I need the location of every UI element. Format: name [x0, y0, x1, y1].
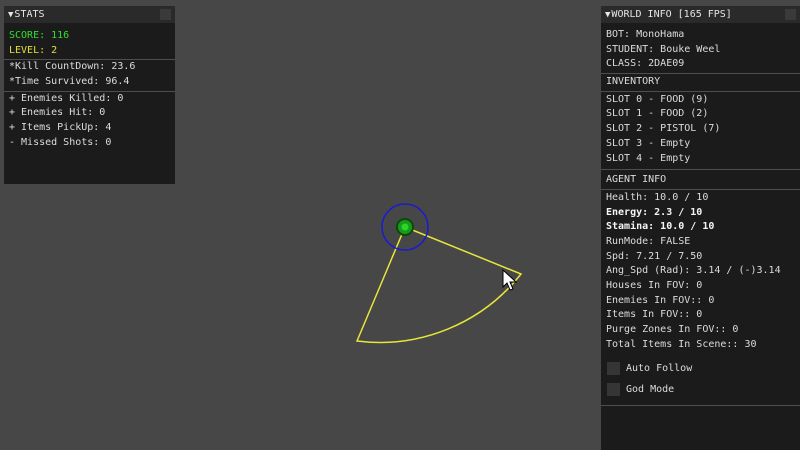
- fov-cone: [355, 226, 523, 344]
- mouse-pointer-icon: [502, 269, 518, 291]
- stats-titlebar[interactable]: ▼ STATS: [4, 6, 175, 23]
- god-mode-label: God Mode: [626, 384, 675, 396]
- auto-follow-toggle[interactable]: Auto Follow: [601, 358, 800, 379]
- kill-countdown-text: *Kill CountDown: 23.6: [9, 61, 136, 73]
- houses-fov-text: Houses In FOV: 0: [606, 280, 703, 291]
- divider: [601, 90, 800, 92]
- stamina-text: Stamina: 10.0 / 10: [606, 221, 715, 233]
- agent-highlight: [401, 223, 409, 231]
- inventory-header: INVENTORY: [606, 76, 661, 88]
- bot-text: BOT: MonoHama: [606, 29, 685, 40]
- angular-speed-text: Ang_Spd (Rad): 3.14 / (-)3.14: [606, 265, 781, 277]
- inventory-slot: SLOT 4 - Empty: [606, 152, 691, 164]
- health-text: Health: 10.0 / 10: [606, 191, 709, 203]
- enemies-hit-text: + Enemies Hit: 0: [9, 107, 106, 119]
- agent-info-header: AGENT INFO: [606, 174, 667, 186]
- inventory-slot: SLOT 3 - Empty: [606, 137, 691, 149]
- auto-follow-label: Auto Follow: [626, 363, 693, 375]
- stats-panel: ▼ STATS SCORE: 116 LEVEL: 2 *Kill CountD…: [4, 6, 175, 184]
- score-text: SCORE: 116: [9, 30, 70, 41]
- missed-shots-text: - Missed Shots: 0: [9, 136, 112, 148]
- world-info-title: WORLD INFO [165 FPS]: [611, 9, 732, 20]
- panel-close-box[interactable]: [785, 9, 796, 20]
- auto-follow-checkbox[interactable]: [607, 362, 620, 376]
- divider: [601, 405, 800, 407]
- world-info-titlebar[interactable]: ▼ WORLD INFO [165 FPS]: [601, 6, 800, 23]
- student-text: STUDENT: Bouke Weel: [606, 43, 721, 55]
- inventory-slot: SLOT 0 - FOOD (9): [606, 93, 709, 105]
- energy-text: Energy: 2.3 / 10: [606, 206, 703, 218]
- items-pickup-text: + Items PickUp: 4: [9, 122, 112, 134]
- collapse-triangle-icon[interactable]: ▼: [8, 10, 13, 20]
- enemies-killed-text: + Enemies Killed: 0: [9, 92, 124, 104]
- total-items-text: Total Items In Scene:: 30: [606, 338, 757, 350]
- time-survived-text: *Time Survived: 96.4: [9, 76, 130, 88]
- god-mode-checkbox[interactable]: [607, 383, 620, 397]
- purge-zones-fov-text: Purge Zones In FOV:: 0: [606, 324, 739, 336]
- stats-title: STATS: [14, 9, 45, 20]
- divider: [601, 169, 800, 171]
- panel-close-box[interactable]: [160, 9, 171, 20]
- collapse-triangle-icon[interactable]: ▼: [605, 10, 610, 20]
- god-mode-toggle[interactable]: God Mode: [601, 379, 800, 400]
- inventory-slot: SLOT 2 - PISTOL (7): [606, 123, 721, 135]
- divider: [601, 73, 800, 75]
- runmode-text: RunMode: FALSE: [606, 235, 691, 247]
- divider: [601, 188, 800, 190]
- level-text: LEVEL: 2: [9, 44, 58, 56]
- class-text: CLASS: 2DAE09: [606, 58, 685, 70]
- inventory-slot: SLOT 1 - FOOD (2): [606, 108, 709, 120]
- speed-text: Spd: 7.21 / 7.50: [606, 250, 703, 262]
- world-info-panel: ▼ WORLD INFO [165 FPS] BOT: MonoHama STU…: [601, 6, 800, 450]
- items-fov-text: Items In FOV:: 0: [606, 309, 703, 321]
- enemies-fov-text: Enemies In FOV:: 0: [606, 294, 715, 306]
